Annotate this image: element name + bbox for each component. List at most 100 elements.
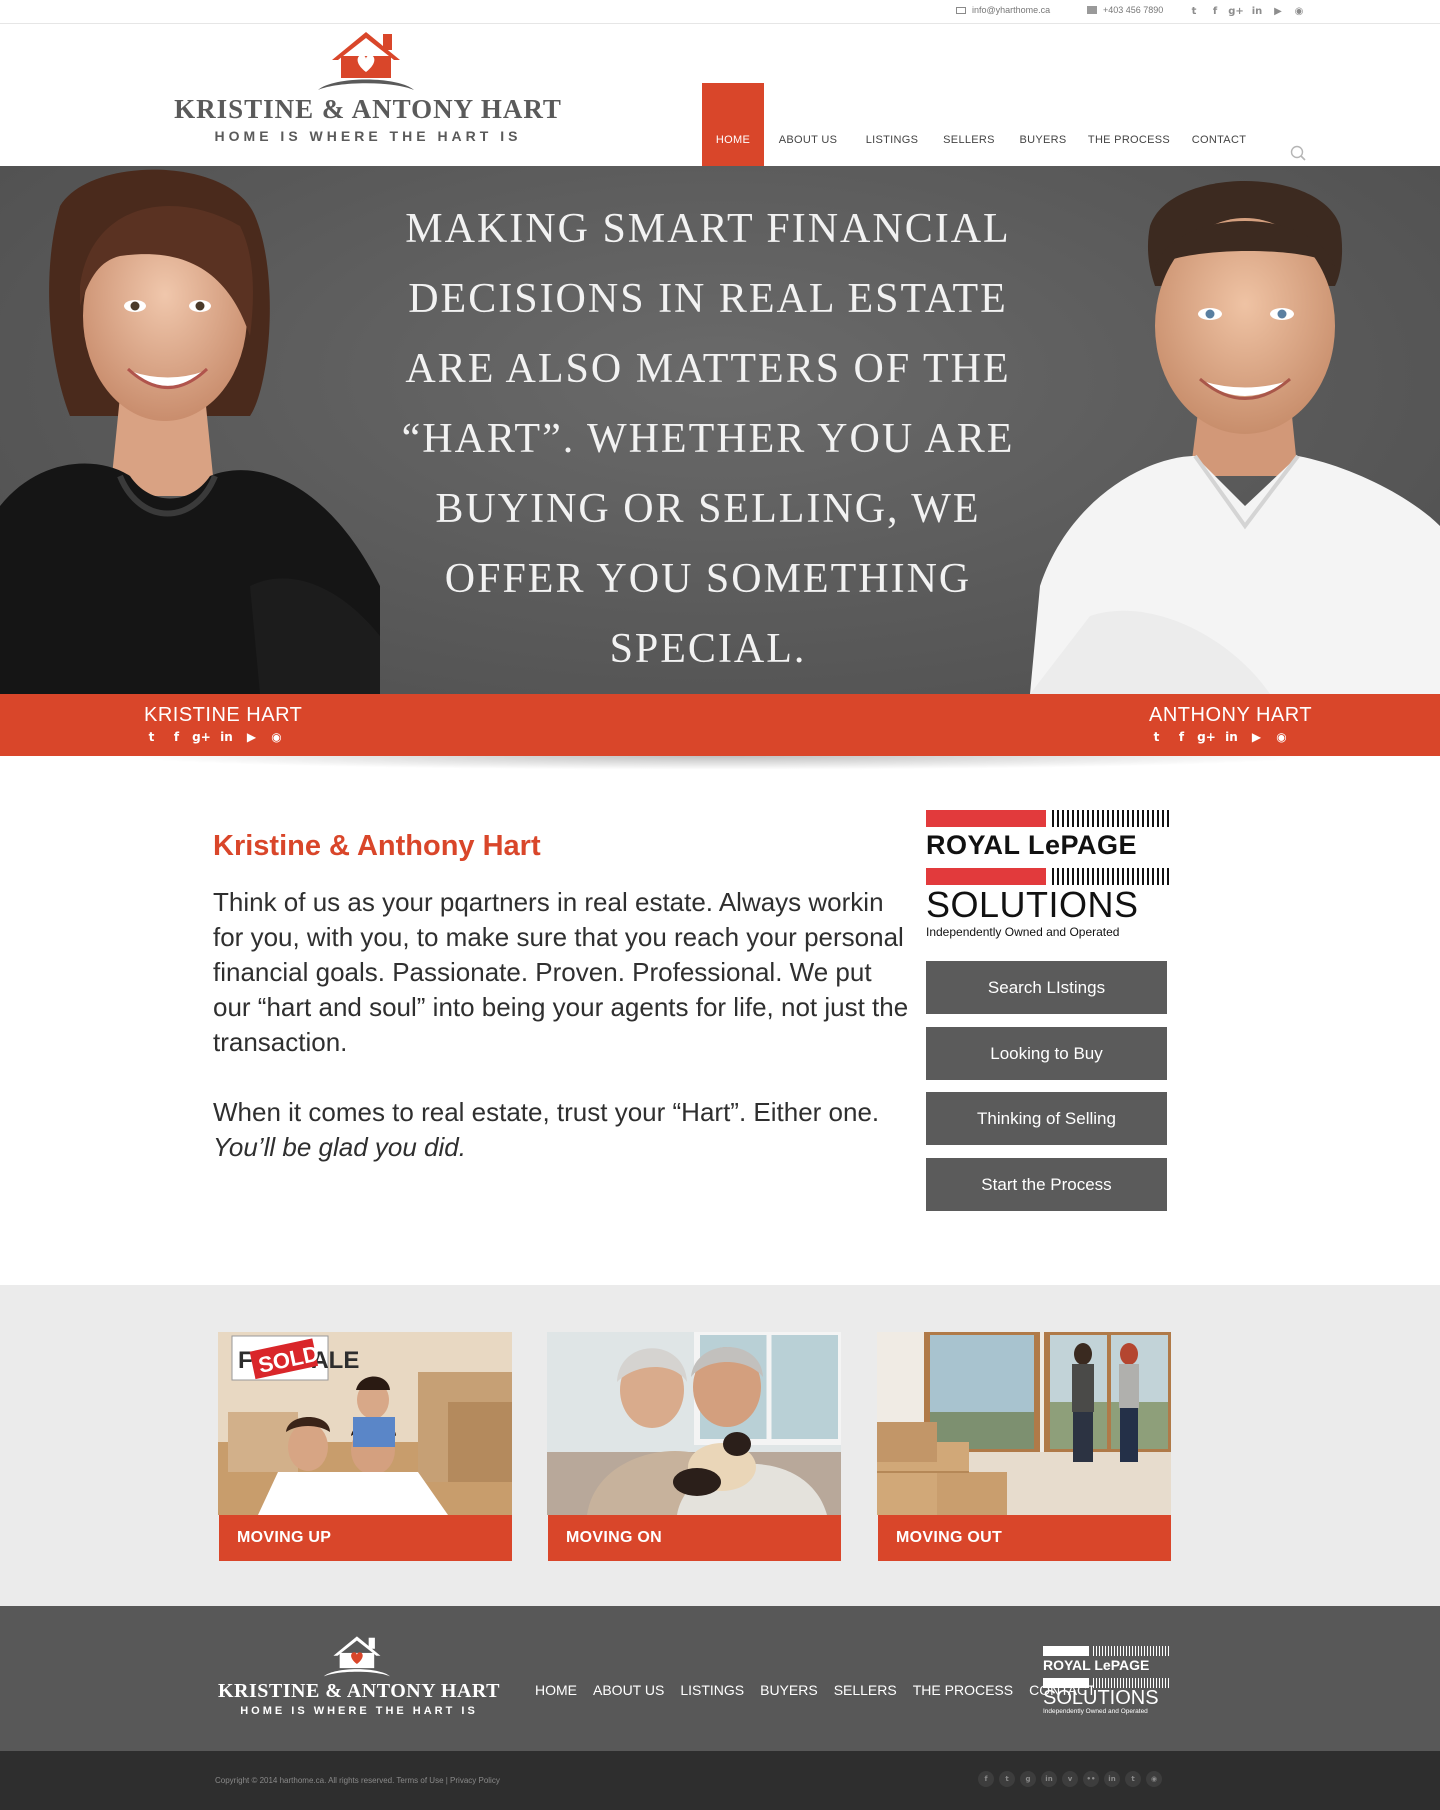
brand-red-bar <box>926 868 1046 885</box>
footer-logo-name: KRISTINE & ANTONY HART <box>217 1680 500 1702</box>
moving-on-label[interactable]: MOVING ON <box>548 1515 841 1561</box>
nav-listings[interactable]: LISTINGS <box>852 83 932 166</box>
intro-title: Kristine & Anthony Hart <box>213 830 541 862</box>
moving-up-card[interactable]: FOR SALE SOLD MOVING UP <box>218 1332 512 1561</box>
house-heart-icon <box>318 32 414 90</box>
footer-brand-line-2: SOLUTIONS <box>1043 1687 1159 1709</box>
site-logo[interactable]: KRISTINE & ANTONY HART HOME IS WHERE THE… <box>170 28 566 148</box>
intro-paragraph-1: Think of us as your pqartners in real es… <box>213 887 909 1057</box>
copyright-text: Copyright © 2014 harthome.ca. All rights… <box>215 1776 500 1785</box>
moving-up-label[interactable]: MOVING UP <box>219 1515 512 1561</box>
intro-body: Think of us as your pqartners in real es… <box>213 885 913 1200</box>
moving-cards-section: FOR SALE SOLD MOVING UP <box>0 1285 1440 1606</box>
envelope-icon <box>956 6 966 14</box>
moving-out-card[interactable]: MOVING OUT <box>877 1332 1171 1561</box>
intro-paragraph-2: When it comes to real estate, trust your… <box>213 1095 913 1165</box>
nav-about-us[interactable]: ABOUT US <box>764 83 852 166</box>
youtube-icon[interactable]: ▶ <box>244 730 259 744</box>
google-plus-icon[interactable]: g+ <box>192 730 211 744</box>
linkedin-icon[interactable]: in <box>1041 1771 1057 1787</box>
google-plus-icon[interactable]: g <box>1020 1771 1036 1787</box>
brand-line-2: SOLUTIONS <box>926 884 1139 925</box>
brand-line-1: ROYAL LePAGE <box>926 830 1138 860</box>
footer-nav-buyers[interactable]: BUYERS <box>760 1682 818 1698</box>
top-social-links: t f g+ in ▶ ◉ <box>1188 4 1305 18</box>
search-listings-button[interactable]: Search LIstings <box>926 961 1167 1014</box>
facebook-icon[interactable]: f <box>1209 4 1221 18</box>
thinking-of-selling-button[interactable]: Thinking of Selling <box>926 1092 1167 1145</box>
google-plus-icon[interactable]: g+ <box>1197 730 1216 744</box>
twitter-icon[interactable]: t <box>1149 730 1164 744</box>
top-bar: info@yharthome.ca +403 456 7890 t f g+ i… <box>0 0 1440 24</box>
moving-on-photo <box>547 1332 841 1515</box>
royal-lepage-logo[interactable]: ROYAL LePAGE SOLUTIONS Independently Own… <box>926 808 1170 940</box>
anthony-name[interactable]: ANTHONY HART <box>1149 704 1312 727</box>
brand-line-3: Independently Owned and Operated <box>926 925 1120 939</box>
footer-logo-tagline: HOME IS WHERE THE HART IS <box>240 1705 478 1717</box>
footer-brand-line-3: Independently Owned and Operated <box>1043 1708 1148 1715</box>
linkedin-icon[interactable]: in <box>1251 4 1263 18</box>
kristine-name[interactable]: KRISTINE HART <box>144 704 302 727</box>
youtube-icon[interactable]: ▶ <box>1249 730 1264 744</box>
rss-icon[interactable]: ◉ <box>269 730 284 744</box>
hero-banner: Making smart financial decisions in real… <box>0 166 1440 694</box>
brand-barcode <box>1052 868 1170 885</box>
anthony-social-links: t f g+ in ▶ ◉ <box>1149 730 1312 744</box>
footer-nav-about-us[interactable]: ABOUT US <box>593 1682 664 1698</box>
nav-the-process[interactable]: THE PROCESS <box>1080 83 1178 166</box>
moving-out-label[interactable]: MOVING OUT <box>878 1515 1171 1561</box>
nav-contact[interactable]: CONTACT <box>1178 83 1260 166</box>
youtube-icon[interactable]: ▶ <box>1272 4 1284 18</box>
footer-royal-lepage-logo[interactable]: ROYAL LePAGE SOLUTIONS Independently Own… <box>1043 1646 1171 1716</box>
brand-red-bar <box>926 810 1046 827</box>
agents-name-bar: KRISTINE HART t f g+ in ▶ ◉ ANTHONY HART… <box>0 694 1440 756</box>
moving-on-card[interactable]: MOVING ON <box>547 1332 841 1561</box>
anthony-portrait-image <box>1030 181 1440 694</box>
kristine-agent-block: KRISTINE HART t f g+ in ▶ ◉ <box>144 704 302 744</box>
brand-barcode <box>1093 1646 1171 1656</box>
phone-contact: +403 456 7890 <box>1087 5 1163 15</box>
kristine-portrait-image <box>0 169 380 694</box>
footer-nav-listings[interactable]: LISTINGS <box>680 1682 744 1698</box>
phone-icon <box>1087 6 1097 14</box>
footer-brand-line-1: ROYAL LePAGE <box>1043 1657 1150 1673</box>
footer-nav-sellers[interactable]: SELLERS <box>834 1682 897 1698</box>
vimeo-icon[interactable]: v <box>1062 1771 1078 1787</box>
phone-text: +403 456 7890 <box>1103 5 1164 15</box>
nav-home[interactable]: HOME <box>702 83 764 166</box>
facebook-icon[interactable]: f <box>169 730 184 744</box>
site-header: KRISTINE & ANTONY HART HOME IS WHERE THE… <box>0 24 1440 166</box>
looking-to-buy-button[interactable]: Looking to Buy <box>926 1027 1167 1080</box>
brand-barcode <box>1052 810 1170 827</box>
moving-up-photo: FOR SALE SOLD <box>218 1332 512 1515</box>
email-contact[interactable]: info@yharthome.ca <box>956 5 1050 15</box>
flickr-icon[interactable]: •• <box>1083 1771 1099 1787</box>
twitter-icon[interactable]: t <box>1125 1771 1141 1787</box>
linkedin-icon[interactable]: in <box>1104 1771 1120 1787</box>
twitter-icon[interactable]: t <box>999 1771 1015 1787</box>
rss-icon[interactable]: ◉ <box>1146 1771 1162 1787</box>
search-icon[interactable] <box>1290 145 1306 161</box>
moving-out-photo <box>877 1332 1171 1515</box>
footer-nav-home[interactable]: HOME <box>535 1682 577 1698</box>
start-the-process-button[interactable]: Start the Process <box>926 1158 1167 1211</box>
nav-buyers[interactable]: BUYERS <box>1006 83 1080 166</box>
linkedin-icon[interactable]: in <box>1224 730 1239 744</box>
facebook-icon[interactable]: f <box>978 1771 994 1787</box>
rss-icon[interactable]: ◉ <box>1274 730 1289 744</box>
footer-logo[interactable]: KRISTINE & ANTONY HART HOME IS WHERE THE… <box>214 1632 504 1722</box>
twitter-icon[interactable]: t <box>144 730 159 744</box>
linkedin-icon[interactable]: in <box>219 730 234 744</box>
google-plus-icon[interactable]: g+ <box>1228 4 1244 18</box>
banner-shadow <box>120 756 1320 770</box>
logo-name: KRISTINE & ANTONY HART <box>174 94 562 124</box>
twitter-icon[interactable]: t <box>1188 4 1200 18</box>
nav-sellers[interactable]: SELLERS <box>932 83 1006 166</box>
main-nav: HOME ABOUT US LISTINGS SELLERS BUYERS TH… <box>702 83 1260 166</box>
intro-paragraph-2-text: When it comes to real estate, trust your… <box>213 1097 880 1127</box>
anthony-agent-block: ANTHONY HART t f g+ in ▶ ◉ <box>1149 704 1312 744</box>
email-text[interactable]: info@yharthome.ca <box>972 5 1050 15</box>
footer-nav-the-process[interactable]: THE PROCESS <box>913 1682 1013 1698</box>
facebook-icon[interactable]: f <box>1174 730 1189 744</box>
rss-icon[interactable]: ◉ <box>1293 4 1305 18</box>
